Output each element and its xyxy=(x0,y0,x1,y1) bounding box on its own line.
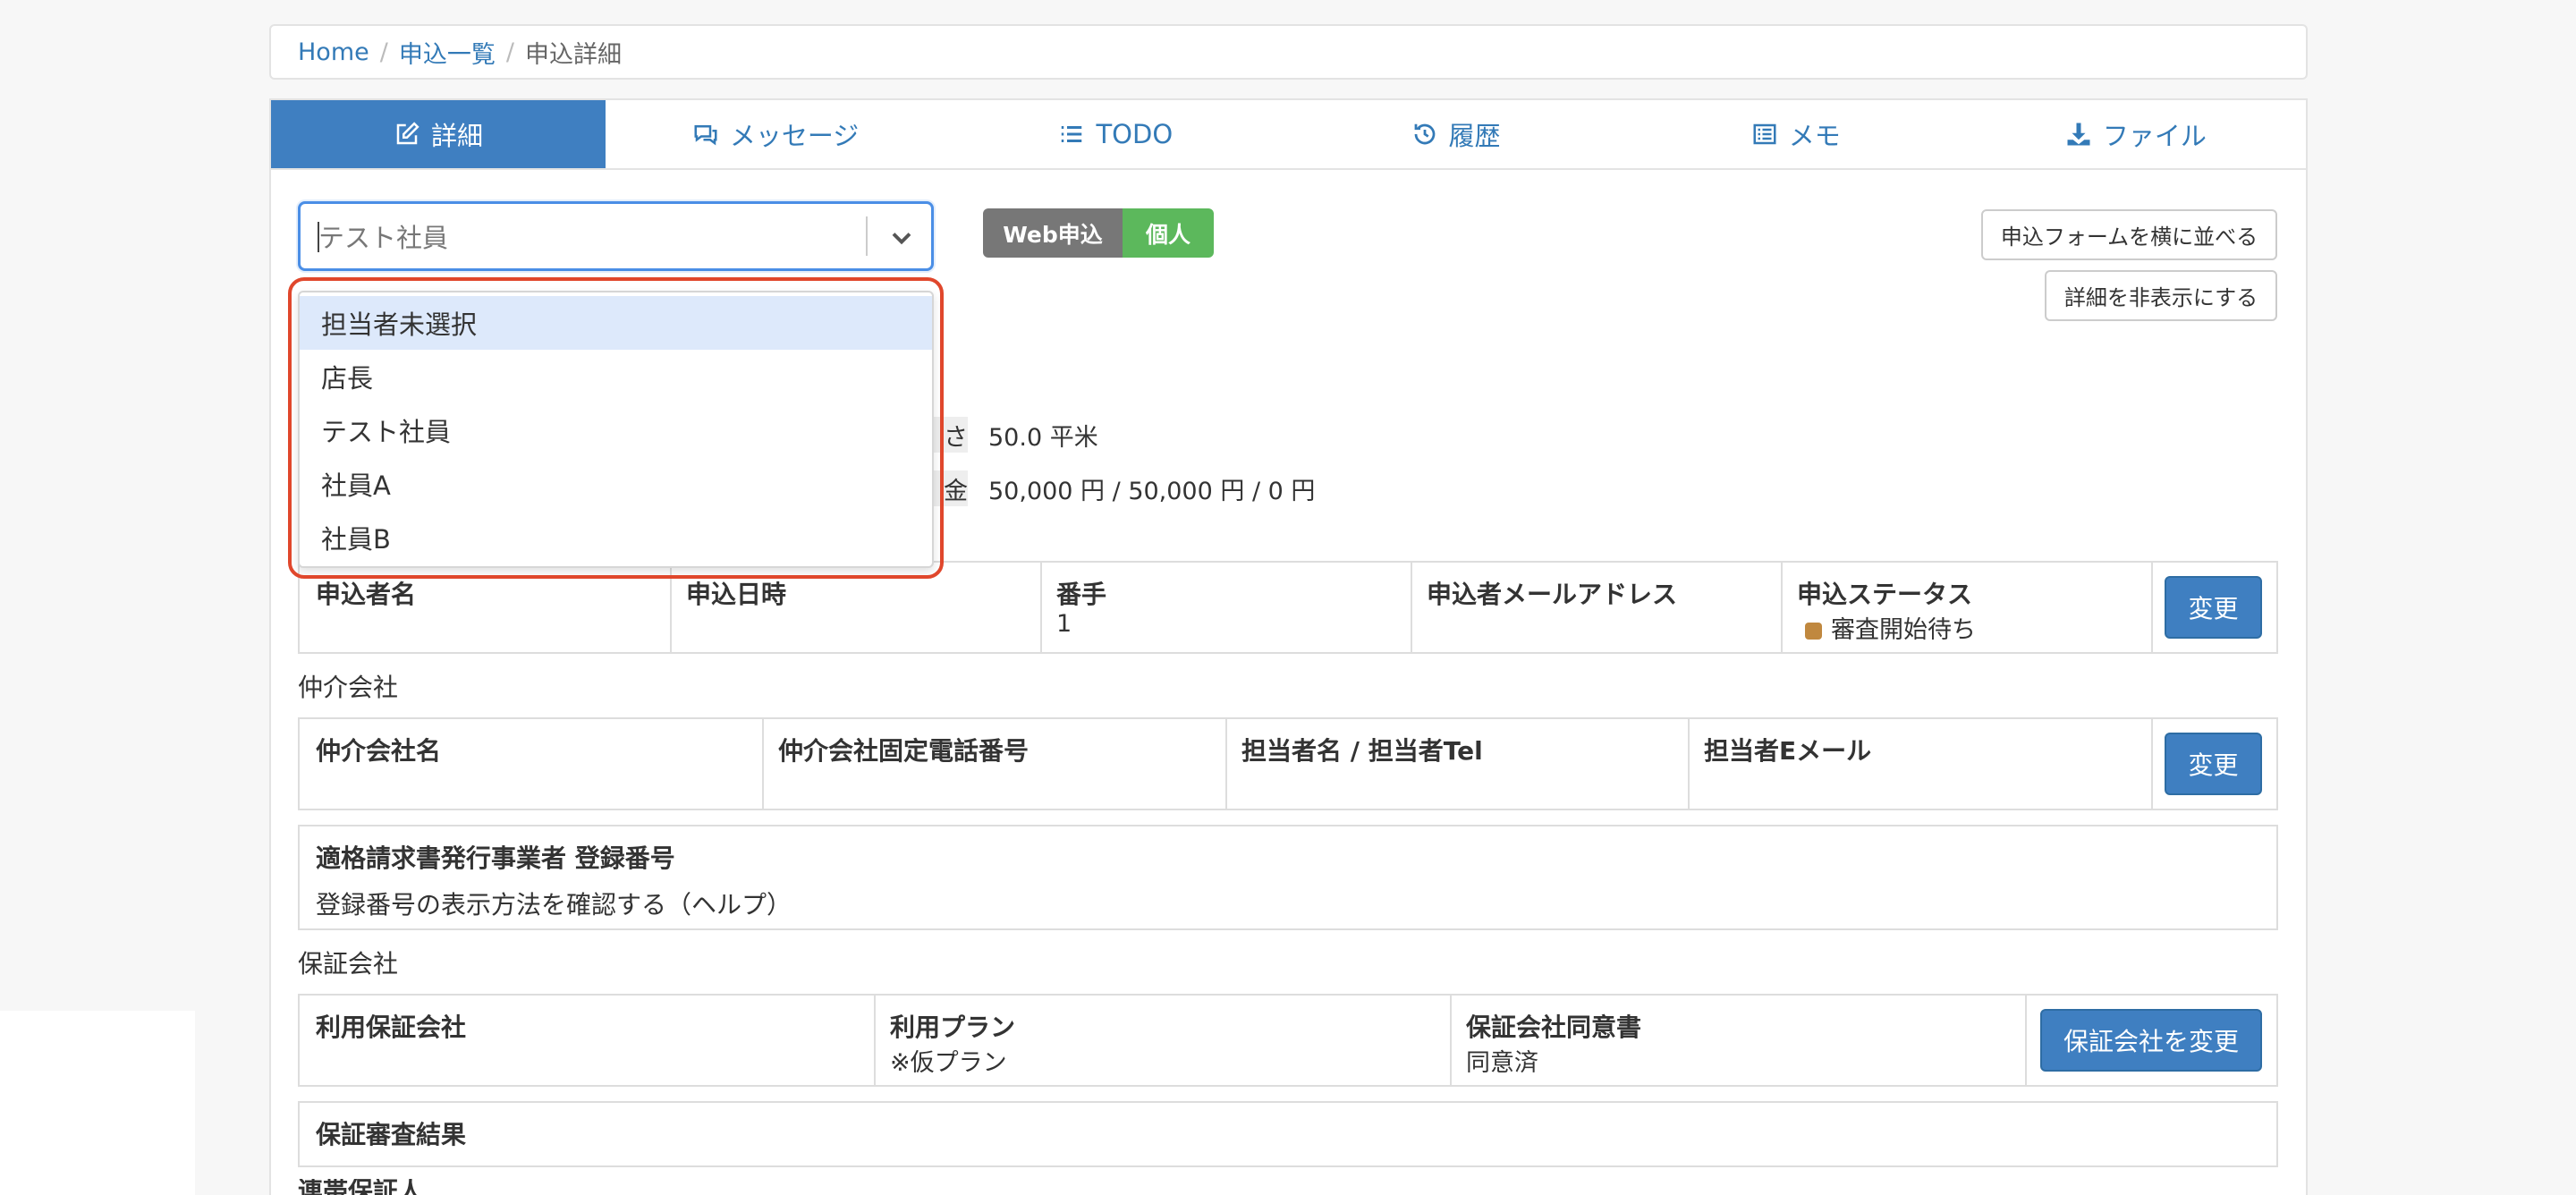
chevron-down-icon[interactable] xyxy=(886,222,918,254)
broker-phone-header: 仲介会社固定電話番号 xyxy=(778,736,1030,766)
status-text: 審査開始待ち xyxy=(1831,616,1976,644)
individual-badge: 個人 xyxy=(1123,208,1214,258)
tab-label: メッセージ xyxy=(729,121,860,151)
tab-label: 履歴 xyxy=(1448,121,1501,151)
column-divider xyxy=(1450,996,1452,1085)
rank-value[interactable]: 1 xyxy=(1056,610,1072,638)
application-date-header: 申込日時 xyxy=(686,580,787,609)
rank-header: 番手 xyxy=(1056,580,1107,609)
history-icon xyxy=(1414,123,1435,145)
change-guarantor-button[interactable]: 保証会社を変更 xyxy=(2040,1009,2262,1072)
broker-section-title: 仲介会社 xyxy=(298,673,399,702)
breadcrumb-separator: / xyxy=(505,38,514,66)
highlight-annotation xyxy=(288,277,944,579)
tab-label: ファイル xyxy=(2102,121,2207,151)
column-divider xyxy=(1688,719,1690,809)
tab-history[interactable]: 履歴 xyxy=(1285,100,1625,168)
application-status-header: 申込ステータス xyxy=(1797,580,1973,609)
breadcrumb: Home / 申込一覧 / 申込詳細 xyxy=(269,24,2308,80)
guarantor-section-title: 保証会社 xyxy=(298,949,399,979)
hide-details-button[interactable]: 詳細を非表示にする xyxy=(2045,270,2277,321)
plan-header: 利用プラン xyxy=(890,1013,1016,1042)
tab-memo[interactable]: メモ xyxy=(1626,100,1966,168)
memo-icon xyxy=(1753,123,1776,145)
applicant-name-header: 申込者名 xyxy=(316,580,417,609)
tab-label: TODO xyxy=(1096,119,1174,149)
broker-contact-header: 担当者名 / 担当者Tel xyxy=(1241,736,1483,766)
tab-messages[interactable]: メッセージ xyxy=(606,100,945,168)
column-divider xyxy=(762,719,764,809)
download-icon xyxy=(2067,123,2090,146)
tab-details[interactable]: 詳細 xyxy=(271,100,606,168)
column-divider xyxy=(1781,563,1783,652)
assignee-select[interactable]: テスト社員 xyxy=(298,201,934,271)
column-divider xyxy=(1040,563,1042,652)
change-broker-button[interactable]: 変更 xyxy=(2165,733,2262,795)
broker-table: 仲介会社名 仲介会社固定電話番号 担当者名 / 担当者Tel 担当者Eメール 変… xyxy=(298,717,2278,810)
assignee-select-value: テスト社員 xyxy=(318,223,449,253)
broker-email-header: 担当者Eメール xyxy=(1704,736,1872,766)
guarantor-table: 利用保証会社 利用プラン ※仮プラン 保証会社同意書 同意済 保証会社を変更 xyxy=(298,994,2278,1087)
web-application-badge: Web申込 xyxy=(983,208,1123,258)
column-divider xyxy=(2151,563,2153,652)
tab-label: メモ xyxy=(1788,121,1841,151)
consent-header: 保証会社同意書 xyxy=(1466,1013,1642,1042)
plan-value: ※仮プラン xyxy=(890,1049,1007,1077)
joint-guarantor-title: 連帯保証人 xyxy=(298,1179,424,1195)
broker-name-header: 仲介会社名 xyxy=(316,736,442,766)
breadcrumb-home-link[interactable]: Home xyxy=(298,38,369,66)
change-applicant-button[interactable]: 変更 xyxy=(2165,576,2262,639)
status-badge: 審査開始待ち xyxy=(1805,610,1976,645)
comments-icon xyxy=(694,125,717,146)
guarantor-company-header: 利用保証会社 xyxy=(316,1013,467,1042)
invoice-registration-box: 適格請求書発行事業者 登録番号 登録番号の表示方法を確認する（ヘルプ） xyxy=(298,825,2278,930)
tab-files[interactable]: ファイル xyxy=(1966,100,2306,168)
list-icon xyxy=(1062,126,1082,142)
area-value: 50.0 平米 xyxy=(988,423,1098,452)
breadcrumb-list-link[interactable]: 申込一覧 xyxy=(399,35,496,70)
breadcrumb-separator: / xyxy=(379,38,388,66)
edit-icon xyxy=(396,122,419,145)
column-divider xyxy=(2025,996,2027,1085)
screening-result-box: 保証審査結果 xyxy=(298,1101,2278,1167)
select-divider xyxy=(866,216,868,256)
column-divider xyxy=(2151,719,2153,809)
status-dot xyxy=(1805,623,1822,640)
column-divider xyxy=(874,996,876,1085)
tab-bar: 詳細 メッセージ TODO 履歴 メモ ファイル xyxy=(271,100,2306,170)
screening-result-label: 保証審査結果 xyxy=(316,1120,467,1149)
breadcrumb-current: 申込詳細 xyxy=(524,40,622,69)
tab-label: 詳細 xyxy=(430,121,483,151)
column-divider xyxy=(1225,719,1227,809)
side-by-side-form-button[interactable]: 申込フォームを横に並べる xyxy=(1981,209,2277,260)
side-blank xyxy=(0,1011,195,1195)
invoice-registration-title: 適格請求書発行事業者 登録番号 xyxy=(316,843,675,873)
consent-value: 同意済 xyxy=(1466,1049,1538,1077)
applicant-email-header: 申込者メールアドレス xyxy=(1427,580,1678,609)
registration-help-link[interactable]: 登録番号の表示方法を確認する（ヘルプ） xyxy=(316,886,792,921)
column-divider xyxy=(1411,563,1412,652)
tab-todo[interactable]: TODO xyxy=(945,100,1285,168)
deposit-value: 50,000 円 / 50,000 円 / 0 円 xyxy=(988,477,1316,505)
